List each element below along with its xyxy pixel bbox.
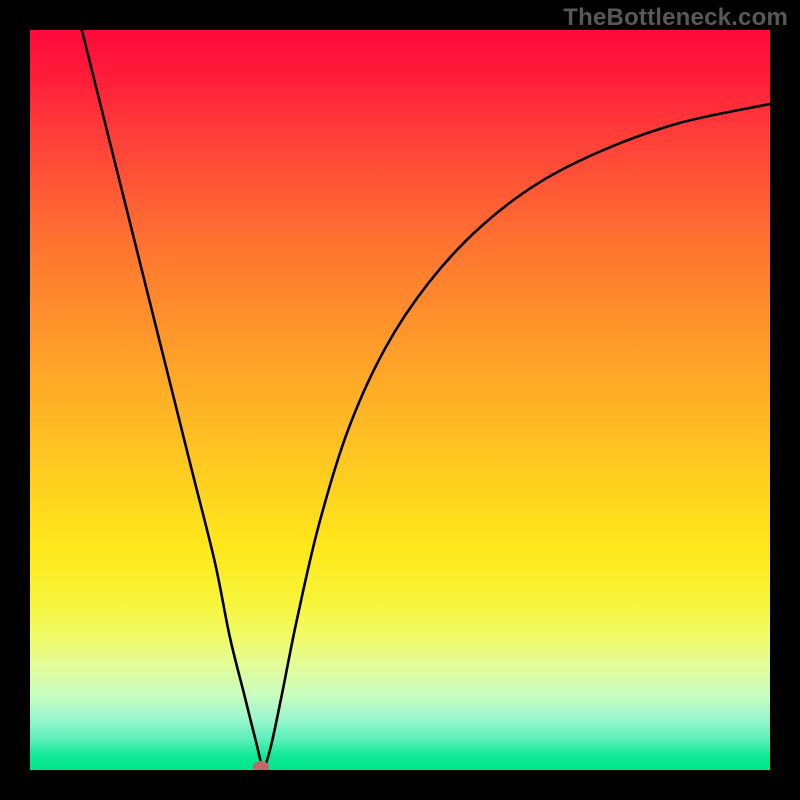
- bottleneck-curve-path: [82, 30, 770, 766]
- watermark-text: TheBottleneck.com: [563, 4, 788, 32]
- curve-svg: [30, 30, 770, 770]
- plot-area: [30, 30, 770, 770]
- minimum-marker: [253, 761, 269, 770]
- chart-frame: TheBottleneck.com: [0, 0, 800, 800]
